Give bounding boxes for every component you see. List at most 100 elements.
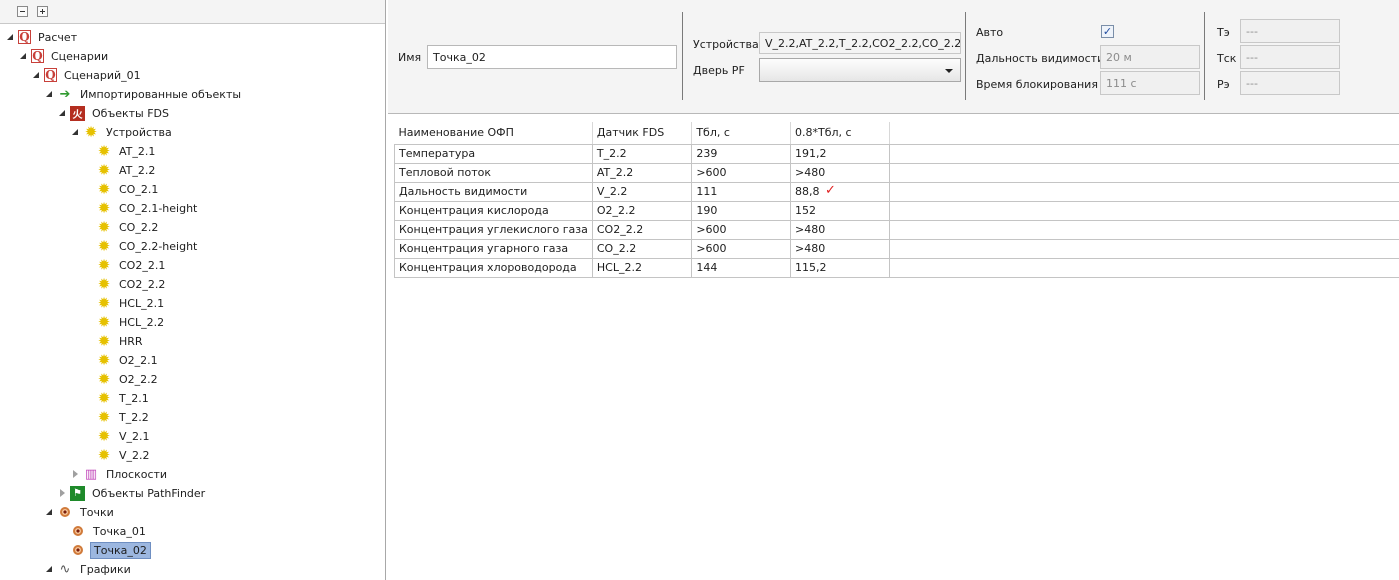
expand-arrow-icon[interactable] [45, 89, 55, 99]
cell-sensor[interactable]: AT_2.2 [591, 162, 693, 183]
tree-item[interactable]: ✹ CO_2.2-height [84, 237, 200, 255]
tree-item[interactable]: Точка_01 [58, 522, 149, 540]
cell-ofp-name[interactable]: Концентрация углекислого газа [394, 219, 593, 240]
column-header-tbl-08[interactable]: 0.8*Тбл, с [790, 122, 891, 145]
visibility-input[interactable]: 20 м [1100, 45, 1200, 69]
cell-tbl-08[interactable]: >480 [789, 162, 891, 183]
expand-arrow-icon[interactable] [19, 51, 29, 61]
expand-arrow-icon[interactable] [45, 507, 55, 517]
table-row[interactable]: Концентрация кислорода O2_2.2 190 152 [394, 200, 1399, 221]
tree-item[interactable]: ➔ Импортированные объекты [45, 85, 244, 103]
cell-sensor[interactable]: CO_2.2 [591, 238, 693, 259]
tree-item[interactable]: Точка_02 [58, 541, 151, 559]
te-label: Тэ [1217, 26, 1230, 39]
tree-item[interactable]: ✹ CO_2.1-height [84, 199, 200, 217]
tree-item[interactable]: Q Расчет [6, 28, 80, 46]
cell-tbl-08[interactable]: 88,8 ✓ [789, 181, 891, 202]
cell-text: HCL_2.2 [596, 261, 642, 274]
tree-item[interactable]: ✹ CO_2.2 [84, 218, 161, 236]
column-header-ofp[interactable]: Наименование ОФП [394, 122, 593, 145]
tree-item[interactable]: ✹ O2_2.1 [84, 351, 161, 369]
tree-item[interactable]: Q Сценарий_01 [32, 66, 144, 84]
collapse-all-icon[interactable] [17, 6, 28, 17]
block-time-input[interactable]: 111 с [1100, 71, 1200, 95]
expand-arrow-icon[interactable] [45, 564, 55, 574]
table-row[interactable]: Концентрация углекислого газа CO2_2.2 >600… [394, 219, 1399, 240]
tree-item[interactable]: ▥ Плоскости [71, 465, 170, 483]
cell-sensor[interactable]: V_2.2 [591, 181, 693, 202]
tree-item-label: T_2.1 [119, 391, 149, 405]
tree-item[interactable]: 火 Объекты FDS [58, 104, 172, 122]
cell-tbl-08[interactable]: 115,2 [789, 257, 891, 278]
tree-item[interactable]: ✹ CO_2.1 [84, 180, 161, 198]
cell-sensor[interactable]: HCL_2.2 [591, 257, 693, 278]
column-header-sensor[interactable]: Датчик FDS [592, 122, 693, 145]
tree-item[interactable]: ✹ AT_2.1 [84, 142, 158, 160]
expand-arrow-icon[interactable] [32, 70, 42, 80]
cell-ofp-name[interactable]: Концентрация угарного газа [394, 238, 593, 259]
cell-tbl[interactable]: >600 [691, 162, 791, 183]
tree-item[interactable]: ✹ HCL_2.2 [84, 313, 167, 331]
cell-ofp-name[interactable]: Концентрация кислорода [394, 200, 593, 221]
cell-sensor[interactable]: T_2.2 [591, 143, 693, 164]
tree-item[interactable]: ✹ AT_2.2 [84, 161, 158, 179]
table-row[interactable]: Тепловой поток AT_2.2 >600 >480 [394, 162, 1399, 183]
re-input[interactable]: --- [1240, 71, 1340, 95]
tree-item[interactable]: ✹ HRR [84, 332, 146, 350]
tree-item[interactable]: ✹ V_2.1 [84, 427, 153, 445]
expand-arrow-icon[interactable] [71, 469, 81, 479]
table-row[interactable]: Концентрация хлороводорода HCL_2.2 144 115,… [394, 257, 1399, 278]
tsk-input[interactable]: --- [1240, 45, 1340, 69]
tree-item[interactable]: ✹ T_2.2 [84, 408, 152, 426]
cell-ofp-name[interactable]: Концентрация хлороводорода [394, 257, 593, 278]
cell-text: Концентрация хлороводорода [399, 261, 577, 274]
cell-ofp-name[interactable]: Тепловой поток [394, 162, 593, 183]
cell-tbl[interactable]: 144 [691, 257, 791, 278]
column-header-tbl[interactable]: Тбл, с [691, 122, 791, 145]
expand-arrow-icon[interactable] [58, 488, 68, 498]
name-input[interactable]: Точка_02 [427, 45, 677, 69]
cell-tbl-08[interactable]: 152 [789, 200, 891, 221]
expand-arrow-icon[interactable] [6, 32, 16, 42]
cell-tbl[interactable]: 239 [691, 143, 791, 164]
expand-arrow-icon[interactable] [58, 108, 68, 118]
table-row[interactable]: Температура T_2.2 239 191,2 [394, 143, 1399, 164]
tree-item[interactable]: ✹ T_2.1 [84, 389, 152, 407]
tree-item[interactable]: ✹ V_2.2 [84, 446, 153, 464]
te-input[interactable]: --- [1240, 19, 1340, 43]
expand-arrow-icon[interactable] [71, 127, 81, 137]
cell-tbl[interactable]: >600 [691, 238, 791, 259]
tree-item[interactable]: ✹ CO2_2.2 [84, 275, 168, 293]
cell-tbl[interactable]: 111 [691, 181, 791, 202]
table-row[interactable]: Дальность видимости V_2.2 111 88,8 ✓ [394, 181, 1399, 202]
cell-text: >480 [795, 166, 826, 179]
cell-text: >600 [696, 166, 727, 179]
cell-tbl-08[interactable]: >480 [789, 219, 891, 240]
tree-item[interactable]: ∿ Графики [45, 560, 134, 578]
tree-item[interactable]: ✹ HCL_2.1 [84, 294, 167, 312]
cell-sensor[interactable]: O2_2.2 [591, 200, 693, 221]
cell-tbl-08[interactable]: >480 [789, 238, 891, 259]
table-row[interactable]: Концентрация угарного газа CO_2.2 >600 >480 [394, 238, 1399, 259]
cell-tbl[interactable]: >600 [691, 219, 791, 240]
cell-text: Тепловой поток [399, 166, 492, 179]
tree-item[interactable]: ✹ Устройства [71, 123, 175, 141]
cell-sensor[interactable]: CO2_2.2 [591, 219, 693, 240]
point-properties-panel: Имя Точка_02 Устройства V_2.2,AT_2.2,T_2… [388, 0, 1399, 580]
tree-item[interactable]: Q Сценарии [19, 47, 111, 65]
tree-item-label: V_2.1 [119, 429, 150, 443]
auto-checkbox[interactable]: ✓ [1101, 25, 1114, 38]
tree-item[interactable]: Точки [45, 503, 117, 521]
cell-tbl-08[interactable]: 191,2 [789, 143, 891, 164]
tree-item[interactable]: ✹ CO2_2.1 [84, 256, 168, 274]
tree-item-label: Расчет [38, 30, 78, 44]
devices-field[interactable]: V_2.2,AT_2.2,T_2.2,CO2_2.2,CO_2.2,O2 [759, 32, 961, 54]
tree-item[interactable]: ✹ O2_2.2 [84, 370, 161, 388]
expand-all-icon[interactable] [37, 6, 48, 17]
tree-item[interactable]: ⚑ Объекты PathFinder [58, 484, 208, 502]
cell-tbl[interactable]: 190 [691, 200, 791, 221]
cell-ofp-name[interactable]: Температура [394, 143, 593, 164]
door-pf-select[interactable] [759, 58, 961, 82]
cell-ofp-name[interactable]: Дальность видимости [394, 181, 593, 202]
